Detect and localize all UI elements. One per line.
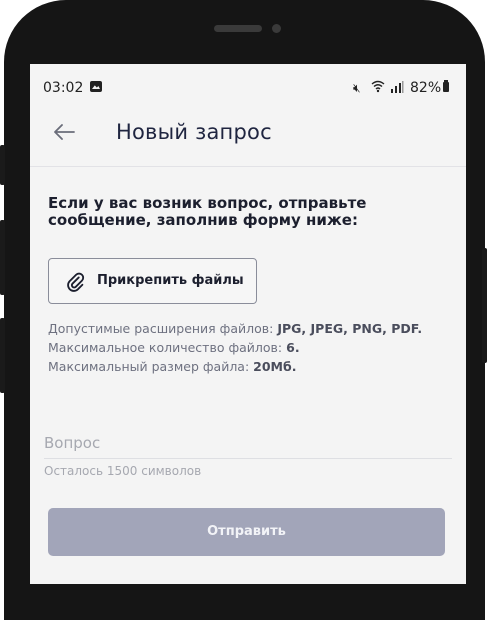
signal-icon [391,81,404,93]
form-intro: Если у вас возник вопрос, отправьте сооб… [48,195,448,229]
question-underline [44,458,452,459]
extensions-value: JPG, JPEG, PNG, PDF. [277,321,423,336]
count-label: Максимальное количество файлов: [48,340,287,355]
gallery-icon [90,81,102,92]
page-title: Новый запрос [116,120,272,144]
file-requirements: Допустимые расширения файлов: JPG, JPEG,… [48,319,458,376]
question-input[interactable]: Вопрос [44,434,100,452]
paperclip-icon [67,272,85,292]
allowed-extensions: Допустимые расширения файлов: JPG, JPEG,… [48,319,458,338]
attach-files-button[interactable]: Прикрепить файлы [48,258,257,304]
phone-speaker [214,25,262,32]
chars-left-counter: Осталось 1500 символов [44,464,202,478]
power-button [482,248,487,363]
status-bar: 03:02 🔇︎ 82% [30,64,466,112]
intro-line-1: Если у вас возник вопрос, отправьте [48,194,367,212]
back-arrow-icon[interactable] [50,120,78,144]
mute-icon: 🔇︎ [353,81,361,95]
status-time: 03:02 [43,80,84,96]
max-file-count: Максимальное количество файлов: 6. [48,338,458,357]
phone-frame: 03:02 🔇︎ 82% Новый запрос Если у вас воз… [4,0,485,620]
attach-files-label: Прикрепить файлы [97,273,244,288]
wifi-icon [371,80,385,93]
app-bar: Новый запрос [30,112,466,167]
volume-up-button [0,220,5,295]
intro-line-2: сообщение, заполнив форму ниже: [48,211,358,229]
side-button [0,145,5,185]
battery-icon [443,80,449,92]
volume-down-button [0,318,5,393]
size-label: Максимальный размер файла: [48,359,254,374]
submit-label: Отправить [207,524,286,539]
phone-camera [272,24,281,33]
count-value: 6. [286,340,300,355]
app-screen: 03:02 🔇︎ 82% Новый запрос Если у вас воз… [30,64,466,584]
battery-percent: 82% [410,80,442,96]
size-value: 20Мб. [253,359,297,374]
extensions-label: Допустимые расширения файлов: [48,321,278,336]
max-file-size: Максимальный размер файла: 20Мб. [48,357,458,376]
submit-button[interactable]: Отправить [48,508,445,556]
